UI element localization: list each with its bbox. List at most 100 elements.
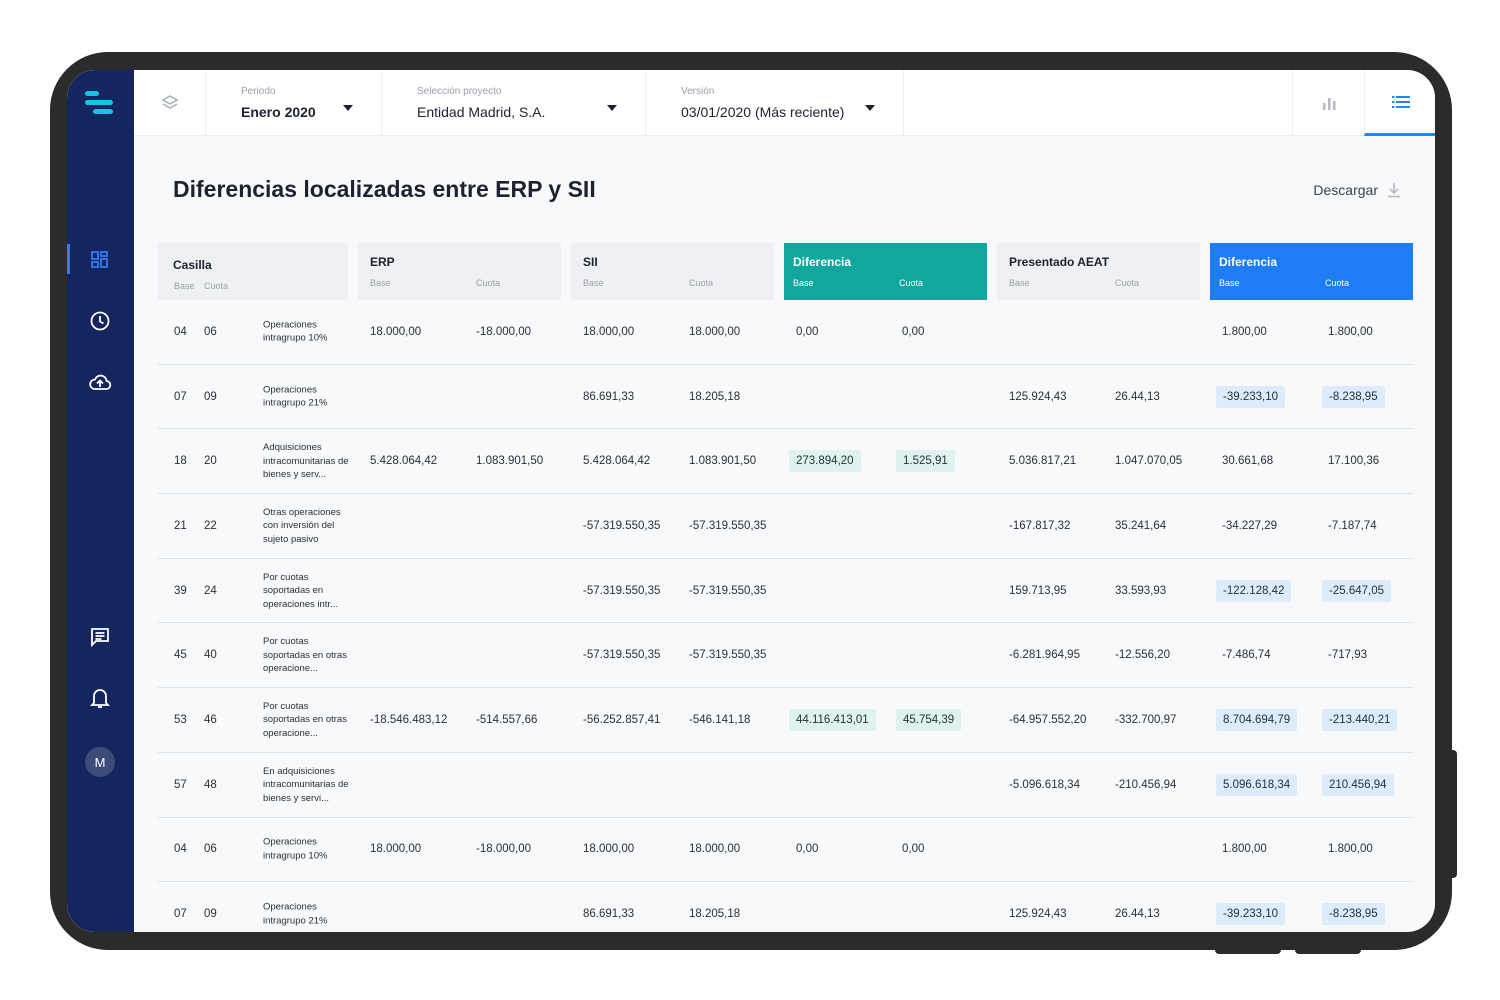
periodo-select[interactable]: Periodo Enero 2020 <box>206 70 382 136</box>
cell-aeat-base: 125.924,43 <box>1009 390 1067 403</box>
cell-casilla-base: 04 <box>174 325 187 338</box>
table-row[interactable]: 04 06 18.000,00 -18.000,00 18.000,00 18.000,0… <box>158 300 1413 365</box>
table-row[interactable]: 07 09 86.691,33 18.205,18 125.924,43 26.44,13… <box>158 882 1413 932</box>
header-diferencia-aeat: Diferencia Base Cuota <box>1210 243 1413 300</box>
version-label: Versión <box>681 86 715 97</box>
page-title: Diferencias localizadas entre ERP y SII <box>173 176 596 202</box>
avatar[interactable]: M <box>85 747 115 777</box>
proyecto-value: Entidad Madrid, S.A. <box>417 104 546 120</box>
cell-dif2-cuota: 1.800,00 <box>1328 325 1373 338</box>
layers-icon <box>160 95 179 109</box>
table-row[interactable]: 04 06 18.000,00 -18.000,00 18.000,00 18.000,0… <box>158 818 1413 883</box>
cell-casilla-base: 07 <box>174 908 187 921</box>
cell-sii-base: 86.691,33 <box>583 908 635 921</box>
bar-chart-icon <box>1322 98 1335 110</box>
cell-dif2-cuota: -25.647,05 <box>1322 579 1391 602</box>
cell-casilla-base: 04 <box>174 843 187 856</box>
cell-aeat-base: -64.957.552,20 <box>1009 713 1087 726</box>
layers-button[interactable] <box>134 70 206 136</box>
cell-aeat-cuota: 33.593,93 <box>1115 584 1167 597</box>
cell-dif2-cuota: 210.456,94 <box>1322 773 1394 796</box>
table-row[interactable]: 18 20 5.428.064,42 1.083.901,50 5.428.064,42… <box>158 429 1413 495</box>
cell-description: Por cuotas soportadas en otras operacion… <box>263 700 347 739</box>
cloud-upload-icon[interactable] <box>88 370 112 394</box>
cell-aeat-base: -167.817,32 <box>1009 519 1071 532</box>
cell-dif2-base: 30.661,68 <box>1222 455 1274 468</box>
cell-casilla-base: 57 <box>174 778 187 791</box>
cell-description: Operaciones intragrupo 21% <box>263 384 328 409</box>
periodo-label: Periodo <box>241 86 276 97</box>
table-row[interactable]: 39 24 -57.319.550,35 -57.319.550,35 159.713,… <box>158 559 1413 624</box>
cell-sii-base: 18.000,00 <box>583 843 635 856</box>
cell-sii-base: 18.000,00 <box>583 325 635 338</box>
chart-view-button[interactable] <box>1292 70 1364 136</box>
cell-description: Adquisiciones intracomunitarias de biene… <box>263 441 349 480</box>
cell-casilla-base: 07 <box>174 390 187 403</box>
cell-dif2-cuota: -213.440,21 <box>1322 708 1398 731</box>
cell-casilla-base: 45 <box>174 649 187 662</box>
cell-dif1-cuota: 0,00 <box>902 843 925 856</box>
cell-casilla-cuota: 48 <box>204 778 217 791</box>
chevron-down-icon <box>865 105 875 111</box>
cell-sii-base: -57.319.550,35 <box>583 519 661 532</box>
cell-erp-base: 18.000,00 <box>370 325 422 338</box>
cell-aeat-cuota: -12.556,20 <box>1115 649 1170 662</box>
cell-erp-base: 5.428.064,42 <box>370 455 438 468</box>
cell-dif1-cuota: 0,00 <box>902 325 925 338</box>
cell-dif2-cuota: -8.238,95 <box>1322 385 1385 408</box>
cell-casilla-cuota: 22 <box>204 519 217 532</box>
cell-aeat-base: 125.924,43 <box>1009 908 1067 921</box>
cell-aeat-cuota: -210.456,94 <box>1115 778 1177 791</box>
cell-erp-base: 18.000,00 <box>370 843 422 856</box>
cell-aeat-cuota: 1.047.070,05 <box>1115 455 1183 468</box>
nav-active-indicator <box>67 244 70 274</box>
table-row[interactable]: 07 09 86.691,33 18.205,18 125.924,43 26.44,13… <box>158 365 1413 430</box>
cell-casilla-cuota: 46 <box>204 713 217 726</box>
cell-sii-base: -57.319.550,35 <box>583 584 661 597</box>
cell-sii-cuota: -57.319.550,35 <box>689 649 767 662</box>
table-row[interactable]: 21 22 -57.319.550,35 -57.319.550,35 -167.817… <box>158 494 1413 559</box>
table-row[interactable]: 53 46 -18.546.483,12 -514.557,66 -56.252.857… <box>158 688 1413 753</box>
cell-casilla-cuota: 06 <box>204 843 217 856</box>
cell-dif2-base: 8.704.694,79 <box>1216 708 1298 731</box>
cell-aeat-cuota: 35.241,64 <box>1115 519 1167 532</box>
proyecto-label: Selección proyecto <box>417 86 502 97</box>
cell-casilla-cuota: 20 <box>204 455 217 468</box>
table-row[interactable]: 57 48 -5.096.618,34 -210.456,94 5.096.618,34… <box>158 753 1413 818</box>
cell-casilla-cuota: 09 <box>204 390 217 403</box>
list-view-button[interactable] <box>1364 70 1435 136</box>
table-body: 04 06 18.000,00 -18.000,00 18.000,00 18.000,0… <box>158 300 1413 932</box>
cell-aeat-base: -5.096.618,34 <box>1009 778 1080 791</box>
tablet-bottom-button-right <box>1295 944 1361 954</box>
cell-casilla-cuota: 09 <box>204 908 217 921</box>
cell-casilla-cuota: 24 <box>204 584 217 597</box>
cell-dif2-base: -39.233,10 <box>1216 903 1285 926</box>
cell-aeat-cuota: -332.700,97 <box>1115 713 1177 726</box>
proyecto-select[interactable]: Selección proyecto Entidad Madrid, S.A. <box>382 70 646 136</box>
cell-sii-cuota: 18.000,00 <box>689 843 741 856</box>
dashboard-icon[interactable] <box>88 248 112 272</box>
download-button[interactable]: Descargar <box>1313 182 1401 198</box>
tablet-bottom-button-left <box>1215 944 1281 954</box>
cell-aeat-base: -6.281.964,95 <box>1009 649 1080 662</box>
chat-icon[interactable] <box>88 625 112 649</box>
version-select[interactable]: Versión 03/01/2020 (Más reciente) <box>646 70 904 136</box>
cell-erp-base: -18.546.483,12 <box>370 713 448 726</box>
cell-description: Operaciones intragrupo 10% <box>263 836 328 862</box>
cell-dif1-base: 0,00 <box>796 843 819 856</box>
cell-casilla-base: 21 <box>174 519 187 532</box>
clock-icon[interactable] <box>88 309 112 333</box>
cell-dif2-cuota: -8.238,95 <box>1322 903 1385 926</box>
cell-sii-base: -57.319.550,35 <box>583 649 661 662</box>
top-bar: Periodo Enero 2020 Selección proyecto En… <box>134 70 1435 136</box>
list-icon <box>1391 95 1410 108</box>
app-screen: M Periodo Enero 2020 Selección proyecto … <box>67 70 1435 932</box>
cell-sii-base: -56.252.857,41 <box>583 713 661 726</box>
cell-aeat-base: 159.713,95 <box>1009 584 1067 597</box>
table-row[interactable]: 45 40 -57.319.550,35 -57.319.550,35 -6.281.9… <box>158 623 1413 689</box>
chevron-down-icon <box>607 105 617 111</box>
bell-icon[interactable] <box>88 686 112 710</box>
header-sii: SII Base Cuota <box>571 243 774 300</box>
cell-casilla-base: 53 <box>174 713 187 726</box>
app-logo-icon[interactable] <box>85 91 115 115</box>
